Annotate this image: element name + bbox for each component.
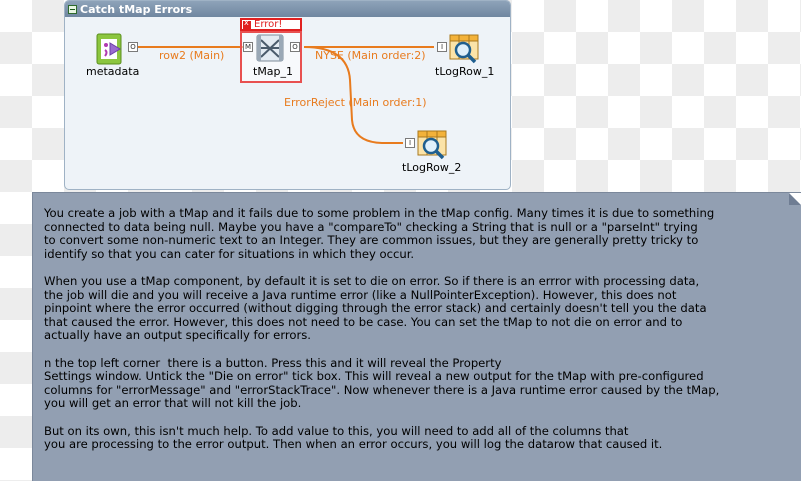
logrow-2-label: tLogRow_2 [402,161,462,174]
metadata-output-connector[interactable]: O [128,42,138,52]
note-paragraph-4: But on its own, this isn't much help. To… [44,423,663,452]
logrow1-input-connector[interactable]: I [437,42,447,52]
note-fold-corner [789,193,801,205]
note-text: You create a job with a tMap and it fail… [44,206,794,452]
error-icon [243,18,251,29]
logrow-1-icon[interactable] [449,33,481,65]
tmap-label: tMap_1 [253,65,294,78]
error-badge: Error! [240,18,302,31]
tmap-main-connector[interactable]: M [243,42,253,52]
note-paragraph-1: You create a job with a tMap and it fail… [44,206,715,261]
row2-flow-label[interactable]: row2 (Main) [159,49,224,62]
metadata-label: metadata [86,65,140,78]
logrow-2-icon[interactable] [417,129,449,161]
note-paragraph-3: n the top left corner there is a button.… [44,355,720,411]
tmap-icon[interactable] [255,33,287,65]
logrow2-input-connector[interactable]: I [405,138,415,148]
logrow-1-label: tLogRow_1 [435,65,495,78]
error-badge-text: Error! [254,18,283,30]
tmap-output-connector[interactable]: O [290,42,300,52]
error-reject-flow-label[interactable]: ErrorReject (Main order:1) [284,96,427,109]
note-paragraph-2: When you use a tMap component, by defaul… [44,273,707,343]
note-box[interactable]: You create a job with a tMap and it fail… [32,192,801,481]
nyse-flow-label[interactable]: NYSE (Main order:2) [315,49,426,62]
metadata-icon[interactable] [96,33,128,65]
